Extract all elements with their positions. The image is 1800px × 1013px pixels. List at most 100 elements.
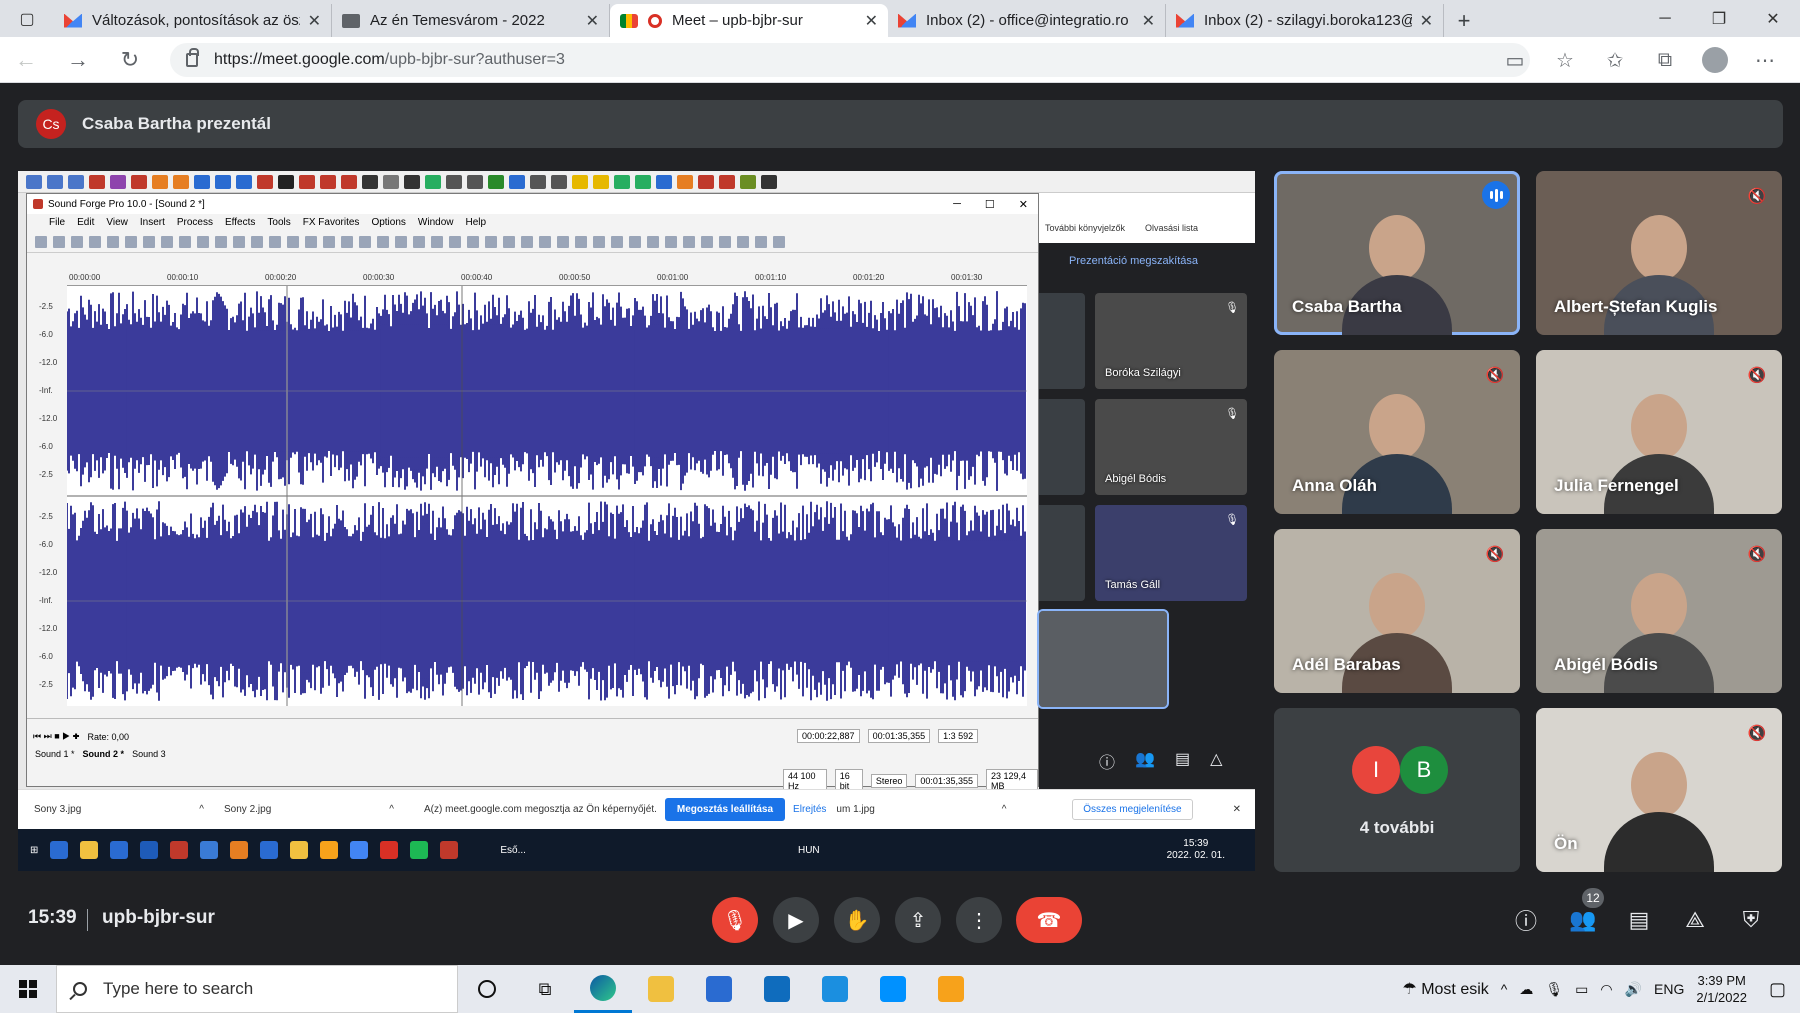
taskbar-clock[interactable]: 3:39 PM 2/1/2022 — [1696, 972, 1747, 1006]
meet-icon — [620, 13, 638, 28]
wifi-icon[interactable]: ◠ — [1600, 981, 1612, 998]
notifications-icon[interactable]: ▢ — [1769, 979, 1786, 1000]
browser-tab[interactable]: Meet – upb-bjbr-sur ✕ — [610, 4, 888, 37]
taskbar-app-icon — [200, 841, 219, 859]
chat-button[interactable]: ▤ — [1624, 905, 1654, 935]
close-tab-icon[interactable]: ✕ — [586, 11, 599, 31]
mic-off-icon: 🔇 — [1747, 725, 1767, 742]
mini-tile-edge — [1039, 399, 1085, 495]
mini-tile-name: Boróka Szilágyi — [1105, 367, 1181, 379]
l-app-icon[interactable] — [806, 965, 864, 1013]
bookmark-star-icon[interactable]: ☆ — [1540, 48, 1590, 73]
mic-off-icon: 🎙 — [1225, 302, 1239, 314]
lock-icon[interactable] — [186, 48, 199, 67]
toolbar-button-icon — [557, 235, 569, 248]
participant-video — [1604, 752, 1714, 872]
shared-clock: 15:39 2022. 02. 01. — [1167, 838, 1225, 862]
time-ruler: 00:00:00 00:00:10 00:00:20 00:00:30 00:00:40… — [67, 270, 1027, 286]
participant-tile[interactable]: 🔇 Anna Oláh — [1274, 350, 1520, 514]
maximize-icon: ☐ — [984, 198, 995, 211]
minimize-icon[interactable]: ─ — [1638, 0, 1692, 37]
hand-icon: ✋ — [844, 909, 870, 932]
toolbar-app-icon — [173, 174, 189, 189]
close-tab-icon[interactable]: ✕ — [308, 11, 321, 31]
cortana-icon[interactable] — [458, 965, 516, 1013]
browser-tab[interactable]: Változások, pontosítások az öszt ✕ — [54, 4, 332, 37]
more-participants-tile[interactable]: IB 4 további — [1274, 708, 1520, 872]
chevron-up-icon[interactable]: ^ — [1501, 981, 1508, 997]
profile-avatar[interactable] — [1702, 47, 1728, 73]
mini-tile-name: Tamás Gáll — [1105, 579, 1161, 591]
host-controls-button[interactable]: ⛨ — [1736, 905, 1766, 935]
camera-indicator-icon[interactable]: ▭ — [1490, 48, 1540, 73]
toolbar-button-icon — [683, 235, 695, 248]
close-icon: ✕ — [1232, 804, 1241, 815]
close-window-icon[interactable]: ✕ — [1746, 0, 1800, 37]
participant-tile[interactable]: 🔇 Julia Fernengel — [1536, 350, 1782, 514]
tab-actions-icon[interactable]: ▢ — [0, 0, 54, 37]
orange-app-icon[interactable] — [922, 965, 980, 1013]
toolbar-app-icon — [404, 174, 420, 189]
task-view-icon[interactable]: ⧉ — [516, 965, 574, 1013]
url-field[interactable]: https://meet.google.com/upb-bjbr-sur?aut… — [170, 43, 1530, 77]
shared-chrome-bar: További könyvjelzők Olvasási lista — [1039, 193, 1255, 243]
edge-icon[interactable] — [574, 965, 632, 1013]
browser-tab[interactable]: Inbox (2) - szilagyi.boroka123@ ✕ — [1166, 4, 1444, 37]
mail-icon[interactable] — [748, 965, 806, 1013]
blue-app-icon[interactable] — [864, 965, 922, 1013]
collections-icon[interactable]: ⧉ — [1640, 49, 1690, 72]
participant-video — [1342, 394, 1452, 514]
close-tab-icon[interactable]: ✕ — [865, 11, 878, 31]
back-icon[interactable]: ← — [0, 47, 52, 73]
start-button[interactable] — [0, 980, 56, 998]
raise-hand-button[interactable]: ✋ — [834, 897, 880, 943]
new-tab-button[interactable]: + — [1444, 4, 1484, 37]
participant-tile[interactable]: Csaba Bartha — [1274, 171, 1520, 335]
toolbar-button-icon — [701, 235, 713, 248]
close-tab-icon[interactable]: ✕ — [1142, 11, 1155, 31]
toolbar-button-icon — [503, 235, 515, 248]
participant-tile[interactable]: 🔇 Abigél Bódis — [1536, 529, 1782, 693]
network-icon[interactable]: ☁ — [1519, 981, 1533, 998]
browser-tab[interactable]: Az én Temesvárom - 2022 ✕ — [332, 4, 610, 37]
present-icon: ⇪ — [909, 909, 927, 932]
taskbar-search[interactable]: Type here to search — [56, 965, 458, 1013]
restore-icon[interactable]: ❐ — [1692, 0, 1746, 37]
close-tab-icon[interactable]: ✕ — [1420, 11, 1433, 31]
language-indicator[interactable]: ENG — [1654, 981, 1684, 997]
participant-tile[interactable]: 🔇 Albert-Ștefan Kuglis — [1536, 171, 1782, 335]
participant-tile[interactable]: 🔇 Adél Barabas — [1274, 529, 1520, 693]
toolbar-button-icon — [323, 235, 335, 248]
download-name: Sony 2.jpg — [224, 804, 272, 815]
file-explorer-icon[interactable] — [632, 965, 690, 1013]
mic-toggle-button[interactable]: 🎙 — [712, 897, 758, 943]
menu-item: Window — [417, 217, 454, 228]
leave-call-button[interactable]: ☎ — [1016, 897, 1082, 943]
volume-icon[interactable]: 🔊 — [1625, 981, 1642, 998]
activities-button[interactable]: ⟁ — [1680, 905, 1710, 935]
camera-toggle-button[interactable]: ▶ — [773, 897, 819, 943]
weather-text: Most esik — [1421, 981, 1489, 998]
present-button[interactable]: ⇪ — [895, 897, 941, 943]
mini-controls: ⓘ 👥 ▤ △ — [1099, 749, 1222, 773]
favorites-icon[interactable]: ✩ — [1590, 48, 1640, 73]
meeting-details-button[interactable]: ⓘ — [1511, 905, 1541, 935]
weather-widget[interactable]: ☂ Most esik — [1402, 979, 1488, 999]
participant-tile[interactable]: 🔇 Ön — [1536, 708, 1782, 872]
participant-name: Anna Oláh — [1292, 476, 1378, 495]
forward-icon[interactable]: → — [52, 47, 104, 73]
battery-icon[interactable]: ▭ — [1575, 981, 1588, 998]
store-icon[interactable] — [690, 965, 748, 1013]
more-menu-icon[interactable]: ⋯ — [1740, 48, 1790, 73]
toolbar-app-icon — [131, 174, 147, 189]
page-icon — [342, 13, 360, 28]
windows-taskbar: Type here to search ⧉ ☂ Most esik ^ ☁ 🎙 … — [0, 965, 1800, 1013]
download-item: Sony 2.jpg ^ — [224, 804, 414, 815]
microphone-icon[interactable]: 🎙 — [1545, 981, 1563, 998]
people-button[interactable]: 👥 — [1568, 905, 1598, 935]
shared-weather: Eső... — [500, 844, 526, 856]
toolbar-button-icon — [143, 235, 155, 248]
reload-icon[interactable]: ↻ — [104, 47, 156, 73]
browser-tab[interactable]: Inbox (2) - office@integratio.ro ✕ — [888, 4, 1166, 37]
more-options-button[interactable]: ⋮ — [956, 897, 1002, 943]
